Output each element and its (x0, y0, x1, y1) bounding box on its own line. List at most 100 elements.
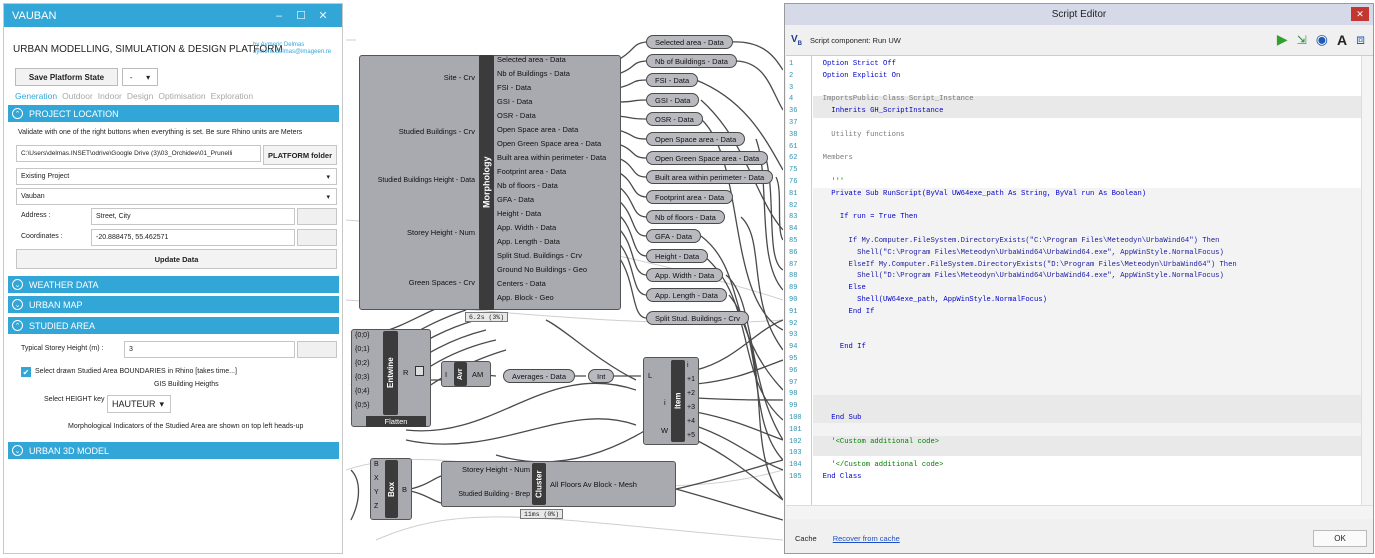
item-input-i[interactable]: i (664, 398, 666, 407)
tab-generation[interactable]: Generation (15, 91, 57, 101)
average-output[interactable]: AM (472, 370, 483, 379)
entwine-output[interactable]: R (403, 368, 408, 377)
save-platform-state-button[interactable]: Save Platform State (15, 68, 118, 86)
window-pin-icon[interactable]: ⧈ (1356, 31, 1365, 48)
entwine-input[interactable]: {0;2} (355, 360, 369, 367)
relay-13[interactable]: App. Width - Data (646, 268, 724, 282)
save-state-select[interactable]: - ▾ (122, 68, 158, 86)
box-input[interactable]: B (374, 461, 379, 468)
relay-3[interactable]: FSI - Data (646, 73, 699, 87)
item-output[interactable]: +1 (687, 376, 695, 383)
item-output[interactable]: +3 (687, 404, 695, 411)
preview-eye-icon[interactable]: ◉ (1316, 31, 1328, 48)
morph-output[interactable]: Nb of Buildings - Data (497, 69, 570, 78)
font-icon[interactable]: A (1337, 32, 1347, 48)
morph-output[interactable]: Nb of floors - Data (497, 181, 558, 190)
item-output[interactable]: +2 (687, 390, 695, 397)
cluster-input-storey-height[interactable]: Storey Height - Num (444, 465, 530, 474)
close-icon[interactable]: ✕ (1351, 7, 1369, 21)
platform-path-field[interactable]: C:\Users\delmas.INSET\odrive\Google Driv… (16, 145, 261, 162)
entwine-input[interactable]: {0;3} (355, 374, 369, 381)
morph-input-site[interactable]: Site - Crv (360, 73, 475, 82)
item-output[interactable]: +5 (687, 432, 695, 439)
studied-area-checkbox[interactable]: ✔ (21, 367, 31, 377)
close-icon[interactable]: ✕ (312, 9, 334, 22)
morph-output[interactable]: Selected area - Data (497, 55, 566, 64)
grasshopper-canvas[interactable]: Morphology Site - Crv Studied Buildings … (346, 0, 783, 558)
relay-5[interactable]: OSR - Data (646, 112, 703, 126)
flatten-toggle-icon[interactable] (415, 366, 424, 376)
item-input-w[interactable]: W (661, 426, 668, 435)
morph-output[interactable]: Open Space area - Data (497, 125, 578, 134)
morph-output[interactable]: Centers - Data (497, 279, 546, 288)
entwine-input[interactable]: {0;4} (355, 388, 369, 395)
relay-2[interactable]: Nb of Buildings - Data (646, 54, 737, 68)
tab-design[interactable]: Design (127, 91, 153, 101)
relay-1[interactable]: Selected area - Data (646, 35, 733, 49)
morph-output[interactable]: App. Length - Data (497, 237, 560, 246)
cluster-output[interactable]: All Floors Av Block - Mesh (550, 480, 637, 489)
minimize-icon[interactable]: – (268, 10, 290, 22)
author-email[interactable]: aymeric.delmas@imageen.re (253, 49, 331, 56)
average-input[interactable]: I (445, 370, 447, 379)
morph-input-studied-buildings-height[interactable]: Studied Buildings Height - Data (360, 177, 475, 184)
relay-7[interactable]: Open Green Space area - Data (646, 151, 769, 165)
recover-from-cache-link[interactable]: Recover from cache (833, 534, 900, 543)
morph-output[interactable]: Built area within perimeter - Data (497, 153, 606, 162)
section-urban-3d-model[interactable]: ⌄ URBAN 3D MODEL (8, 442, 339, 459)
entwine-input[interactable]: {0;5} (355, 402, 369, 409)
relay-11[interactable]: GFA - Data (646, 229, 702, 243)
averages-relay[interactable]: Averages - Data (503, 369, 576, 383)
tab-exploration[interactable]: Exploration (211, 91, 254, 101)
item-output[interactable]: +4 (687, 418, 695, 425)
morph-output[interactable]: GFA - Data (497, 195, 534, 204)
relay-6[interactable]: Open Space area - Data (646, 132, 746, 146)
entwine-input[interactable]: {0;1} (355, 346, 369, 353)
morph-output[interactable]: Footprint area - Data (497, 167, 566, 176)
item-output[interactable]: i (687, 362, 689, 369)
morph-output[interactable]: Split Stud. Buildings - Crv (497, 251, 582, 260)
section-studied-area[interactable]: ⌃ STUDIED AREA (8, 317, 339, 334)
morph-output[interactable]: OSR - Data (497, 111, 536, 120)
relay-15[interactable]: Split Stud. Buildings - Crv (646, 311, 750, 325)
cluster-input-studied-building[interactable]: Studied Building - Brep (444, 491, 530, 498)
box-output[interactable]: B (402, 485, 407, 494)
tab-outdoor[interactable]: Outdoor (62, 91, 93, 101)
box-input[interactable]: Z (374, 503, 378, 510)
relay-9[interactable]: Footprint area - Data (646, 190, 734, 204)
coordinates-field[interactable]: -20.888475, 55.462571 (91, 229, 295, 246)
morph-input-studied-buildings[interactable]: Studied Buildings - Crv (360, 127, 475, 136)
tab-optimisation[interactable]: Optimisation (158, 91, 205, 101)
tab-indoor[interactable]: Indoor (98, 91, 122, 101)
height-key-select[interactable]: HAUTEUR ▾ (107, 395, 171, 413)
ok-button[interactable]: OK (1313, 530, 1367, 547)
project-type-select[interactable]: Existing Project ▾ (16, 168, 337, 185)
section-weather-data[interactable]: ⌄ WEATHER DATA (8, 276, 339, 293)
morph-output[interactable]: Height - Data (497, 209, 541, 218)
morph-output[interactable]: Open Green Space area - Data (497, 139, 601, 148)
morph-input-green-spaces[interactable]: Green Spaces - Crv (360, 278, 475, 287)
morph-output[interactable]: FSI - Data (497, 83, 531, 92)
box-input[interactable]: Y (374, 489, 379, 496)
morph-output[interactable]: App. Width - Data (497, 223, 556, 232)
platform-folder-button[interactable]: PLATFORM folder (263, 145, 337, 165)
section-project-location[interactable]: ⌃ PROJECT LOCATION (8, 105, 339, 122)
run-icon[interactable]: ▶ (1277, 31, 1288, 48)
item-input-l[interactable]: L (648, 371, 652, 380)
section-urban-map[interactable]: ⌄ URBAN MAP (8, 296, 339, 313)
project-name-select[interactable]: Vauban ▾ (16, 188, 337, 205)
update-data-button[interactable]: Update Data (16, 249, 337, 269)
box-input[interactable]: X (374, 475, 379, 482)
morph-output[interactable]: Ground No Buildings - Geo (497, 265, 587, 274)
vertical-scrollbar[interactable] (1361, 56, 1373, 505)
relay-4[interactable]: GSI - Data (646, 93, 700, 107)
code-editor[interactable]: 1 2 3 4 36 37 38 61 62 75 76 81 82 83 84 85 86 87 88 89 90 91… (786, 55, 1373, 505)
morph-output[interactable]: GSI - Data (497, 97, 532, 106)
relay-14[interactable]: App. Length - Data (646, 288, 727, 302)
address-field[interactable]: Street, City (91, 208, 295, 225)
relay-12[interactable]: Height - Data (646, 249, 709, 263)
apply-icon[interactable]: ⇲ (1297, 33, 1307, 47)
storey-height-field[interactable]: 3 (124, 341, 295, 358)
horizontal-scrollbar[interactable] (786, 505, 1373, 519)
maximize-icon[interactable]: ☐ (290, 9, 312, 22)
